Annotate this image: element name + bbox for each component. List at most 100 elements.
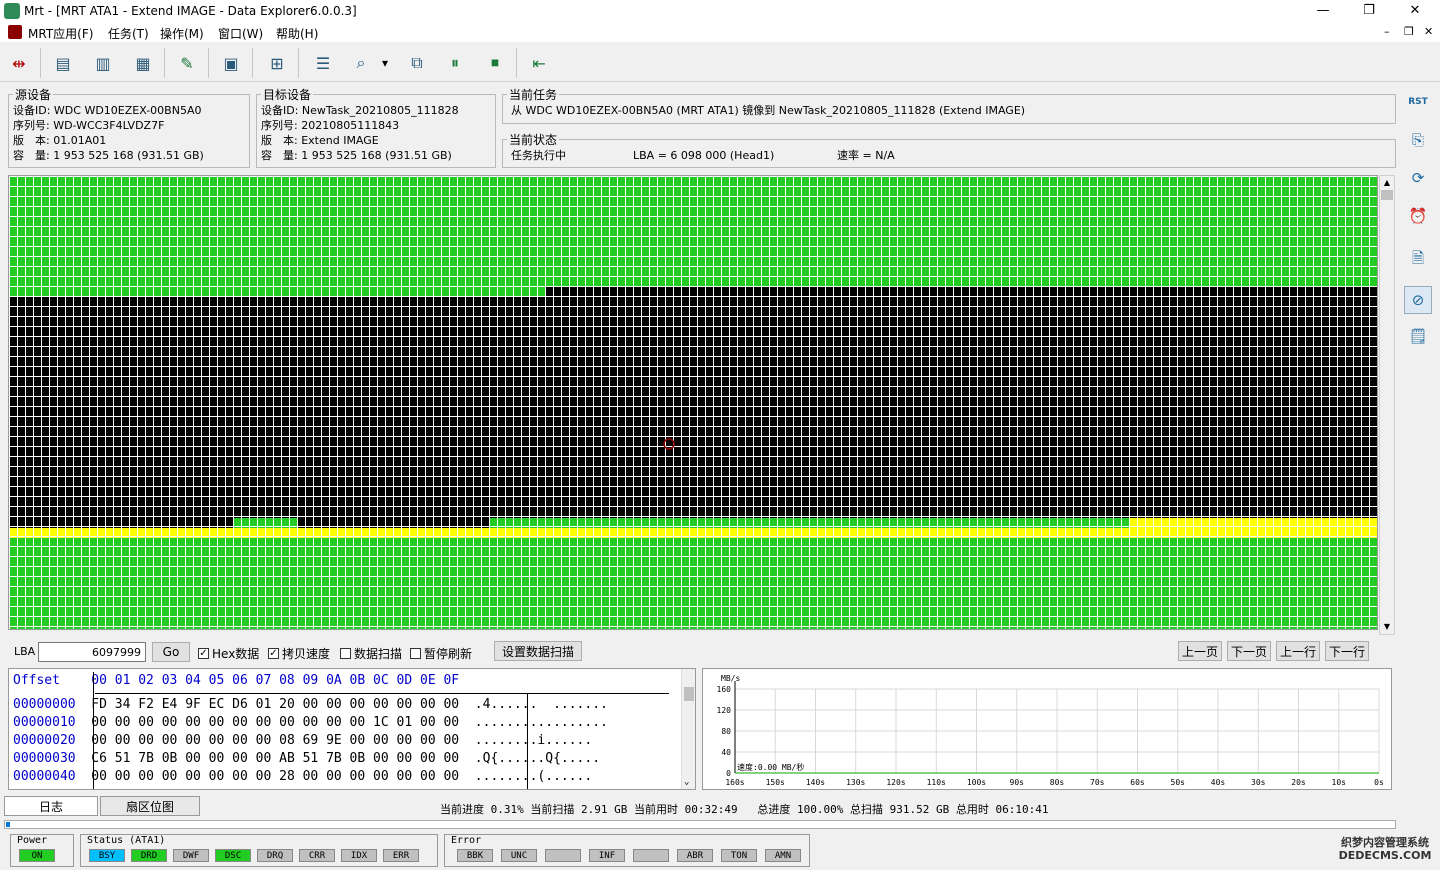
hex-viewer[interactable]: Offset 00 01 02 03 04 05 06 07 08 09 0A … [8,668,696,790]
next-line-button[interactable]: 下一行 [1325,641,1369,661]
source-device-group: 源设备 设备ID: WDC WD10EZEX-00BN5A0 序列号: WD-W… [8,86,250,168]
hex-ascii: ................. [474,715,608,730]
scroll-thumb[interactable] [1381,190,1393,200]
status-lba: LBA = 6 098 000 (Head1) [633,149,775,162]
sector-map[interactable] [8,175,1378,630]
data-scan-checkbox[interactable]: 数据扫描 [340,645,402,662]
status-led [633,849,669,862]
copy-speed-check-icon: ✓ [268,648,279,659]
connect-icon[interactable]: ⇹ [6,50,32,76]
close-button[interactable]: ✕ [1392,0,1438,22]
hex-bytes: C6 51 7B 0B 00 00 00 00 AB 51 7B 0B 00 0… [91,751,460,766]
hex-scroll-down-icon[interactable]: ⌄ [684,777,689,787]
edit-icon[interactable]: ✎ [174,50,200,76]
status-label: Status (ATA1) [87,835,166,846]
status-led: DRD [131,849,167,862]
hex-row: 00000040 00 00 00 00 00 00 00 00 28 00 0… [13,768,592,786]
maximize-button[interactable]: ❐ [1346,0,1392,22]
hex-scrollbar[interactable]: ⌄ [681,669,695,789]
document-icon[interactable]: 🗎 [1404,246,1432,274]
mdi-close-button[interactable]: ✕ [1424,25,1433,38]
copy-speed-checkbox[interactable]: ✓ 拷贝速度 [268,645,330,662]
tab-log[interactable]: 日志 [4,796,98,816]
source-serial: 序列号: WD-WCC3F4LVDZ7F [13,119,165,132]
search-doc-icon[interactable]: ⌕ [348,50,374,76]
chart-x-tick: 10s [1332,778,1347,787]
tab-sector-map[interactable]: 扇区位图 [100,796,200,816]
chart-x-tick: 100s [967,778,986,787]
mdi-app-icon[interactable] [8,25,22,39]
go-button[interactable]: Go [152,642,190,662]
set-scan-button[interactable]: 设置数据扫描 [494,641,582,661]
progress-fill [6,822,11,827]
menu-mrt-app[interactable]: MRT应用(F) [28,25,93,42]
status-led: TON [721,849,757,862]
scroll-up-icon[interactable]: ▲ [1380,176,1394,190]
status-led: BBK [457,849,493,862]
menu-operation[interactable]: 操作(M) [160,25,204,42]
disk-error-icon[interactable]: ⊘ [1404,286,1432,314]
next-page-button[interactable]: 下一页 [1227,641,1271,661]
pause-refresh-checkbox[interactable]: 暂停刷新 [410,645,472,662]
mdi-minimize-button[interactable]: – [1384,25,1390,38]
prev-line-button[interactable]: 上一行 [1276,641,1320,661]
chart-x-tick: 0s [1374,778,1384,787]
menu-help[interactable]: 帮助(H) [276,25,318,42]
target-device-id: 设备ID: NewTask_20210805_111828 [261,104,459,117]
status-led [545,849,581,862]
lba-input[interactable] [38,642,146,662]
speed-chart: MB/s 160 120 80 40 0 160s 150s 140s 130s 120s 110s 1… [702,668,1392,790]
chart-x-tick: 30s [1251,778,1266,787]
hex-check-icon: ✓ [198,648,209,659]
doc-icon[interactable]: ▤ [50,50,76,76]
chart-x-tick: 130s [846,778,865,787]
tree-icon[interactable]: ⊞ [264,50,290,76]
hex-ascii: .4...... ....... [474,697,608,712]
power-group: Power ON [10,834,74,867]
hex-header: Offset 00 01 02 03 04 05 06 07 08 09 0A … [13,673,460,688]
alarm-icon[interactable]: ⏰ [1404,202,1432,230]
status-state: 任务执行中 [511,149,566,162]
prev-page-button[interactable]: 上一页 [1178,641,1222,661]
scroll-down-icon[interactable]: ▼ [1380,620,1394,634]
chart-x-tick: 70s [1090,778,1105,787]
chart-icon[interactable]: ▦ [130,50,156,76]
hex-row: 00000030 C6 51 7B 0B 00 00 00 00 AB 51 7… [13,750,600,768]
copy-icon[interactable]: ⧉ [404,50,430,76]
status-led: AMN [765,849,801,862]
error-label: Error [451,835,482,846]
status-led: CRR [299,849,335,862]
chart-speed-label: 速度:0.00 MB/秒 [737,762,804,772]
hex-offset: 00000020 [13,733,76,748]
chart-x-tick: 40s [1211,778,1226,787]
bottom-tabs: 日志 扇区位图 [4,796,200,818]
window-title: Mrt - [MRT ATA1 - Extend IMAGE - Data Ex… [24,4,357,18]
page-icon[interactable]: ▥ [90,50,116,76]
save-icon[interactable]: ▣ [218,50,244,76]
hex-scroll-thumb[interactable] [684,687,694,701]
mdi-restore-button[interactable]: ❐ [1404,25,1414,38]
sector-band-done [9,176,1377,286]
source-device-legend: 源设备 [15,88,52,102]
pause-icon[interactable]: ⏸ [442,50,468,76]
stop-icon[interactable]: ⏹ [482,50,508,76]
exit-icon[interactable]: ⇤ [526,50,552,76]
dropdown-icon[interactable]: ▾ [376,50,394,76]
hex-checkbox[interactable]: ✓ Hex数据 [198,645,259,662]
watermark-line2: DEDECMS.COM [1338,849,1432,862]
chart-x-tick: 120s [886,778,905,787]
status-led: DSC [215,849,251,862]
device-icon[interactable]: ⎘ [1404,126,1432,154]
sector-map-scrollbar[interactable]: ▲ ▼ [1379,175,1395,635]
menu-task[interactable]: 任务(T) [108,25,149,42]
minimize-button[interactable]: — [1300,0,1346,22]
target-capacity: 容 量: 1 953 525 168 (931.51 GB) [261,149,452,162]
menu-bar: MRT应用(F) 任务(T) 操作(M) 窗口(W) 帮助(H) – ❐ ✕ [0,22,1440,42]
hex-row: 00000010 00 00 00 00 00 00 00 00 00 00 0… [13,714,608,732]
log-icon[interactable]: 🗒 [1404,322,1432,350]
menu-window[interactable]: 窗口(W) [218,25,263,42]
report-icon[interactable]: ☰ [310,50,336,76]
toolbar-separator [208,48,209,78]
refresh-icon[interactable]: ⟳ [1404,164,1432,192]
reset-icon[interactable]: RST [1404,88,1432,116]
